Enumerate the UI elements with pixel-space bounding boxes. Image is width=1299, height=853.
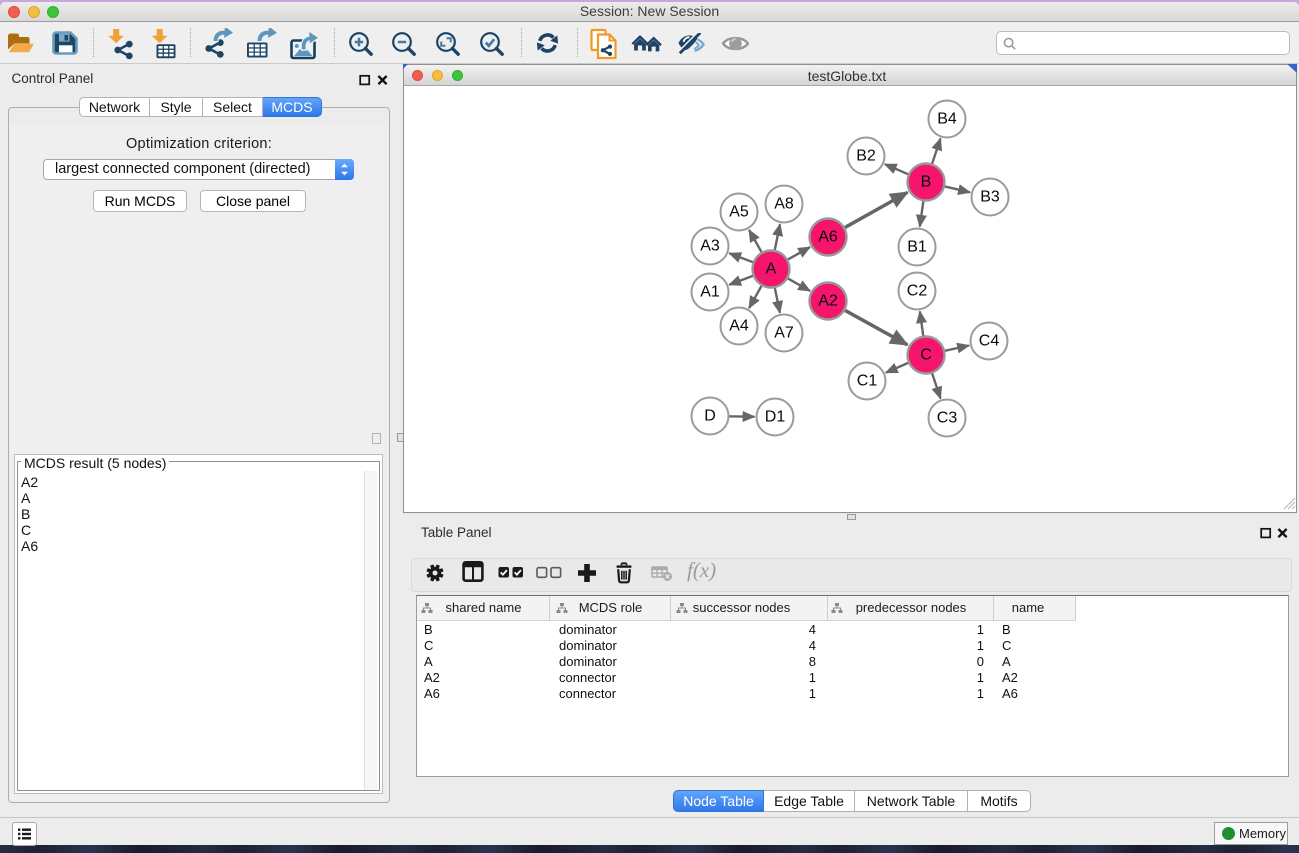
svg-text:C2: C2 xyxy=(907,283,928,300)
svg-text:B2: B2 xyxy=(856,148,876,165)
svg-text:A5: A5 xyxy=(729,204,749,221)
svg-text:A2: A2 xyxy=(818,293,838,310)
svg-text:A3: A3 xyxy=(700,238,720,255)
svg-text:B4: B4 xyxy=(937,111,957,128)
svg-text:A8: A8 xyxy=(774,196,794,213)
svg-text:C3: C3 xyxy=(937,410,958,427)
svg-text:B: B xyxy=(921,174,932,191)
svg-text:C: C xyxy=(920,347,932,364)
svg-text:C1: C1 xyxy=(857,373,878,390)
svg-text:A: A xyxy=(766,261,777,278)
svg-text:A6: A6 xyxy=(818,229,838,246)
svg-text:B3: B3 xyxy=(980,189,1000,206)
svg-text:A4: A4 xyxy=(729,318,749,335)
svg-text:D: D xyxy=(704,408,716,425)
svg-text:B1: B1 xyxy=(907,239,927,256)
svg-text:A1: A1 xyxy=(700,284,720,301)
svg-text:A7: A7 xyxy=(774,325,794,342)
svg-text:D1: D1 xyxy=(765,409,786,426)
svg-text:C4: C4 xyxy=(979,333,1000,350)
